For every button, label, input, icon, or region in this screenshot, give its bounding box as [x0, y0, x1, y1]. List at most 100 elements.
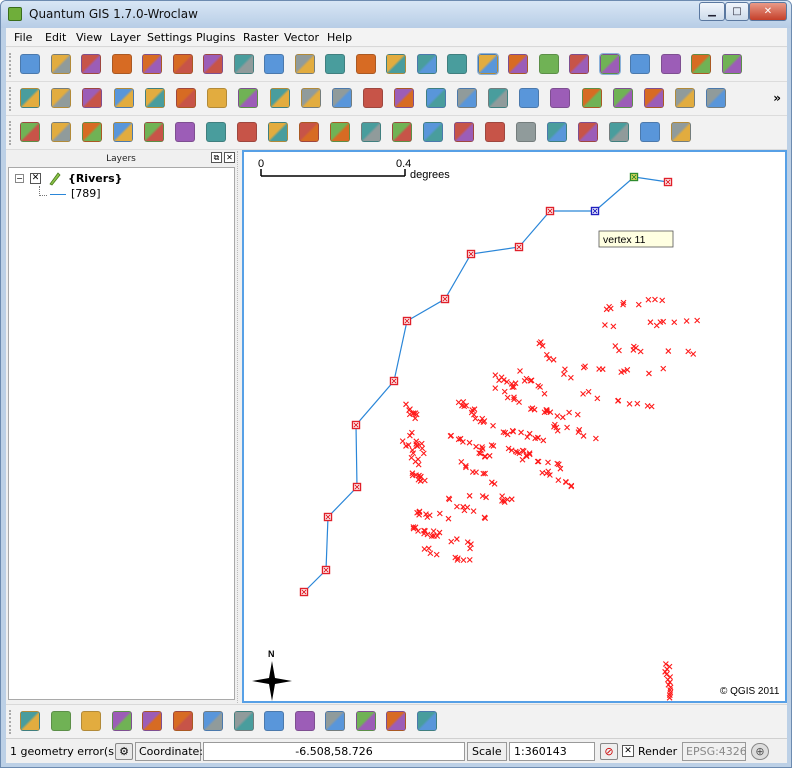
histogram-icon[interactable] — [456, 88, 477, 108]
tag-icon[interactable] — [363, 88, 384, 108]
pan-icon[interactable] — [519, 88, 540, 108]
identify-icon[interactable] — [392, 122, 412, 142]
new-icon[interactable] — [20, 54, 40, 74]
add-wfs-icon[interactable] — [355, 54, 376, 74]
render-checkbox[interactable]: ✕ — [622, 745, 634, 757]
addlayer-icon[interactable] — [113, 88, 134, 108]
merge-attr-icon[interactable] — [330, 122, 350, 142]
measure-icon[interactable] — [516, 122, 536, 142]
zoom-selection-icon[interactable] — [644, 88, 664, 108]
add-feature-icon[interactable] — [538, 54, 559, 74]
move-feature-icon[interactable] — [569, 54, 589, 74]
menu-edit[interactable]: Edit — [45, 31, 66, 44]
delete-part-icon[interactable] — [206, 122, 226, 142]
add-part-icon[interactable] — [144, 122, 164, 142]
north-arrow-icon[interactable] — [264, 711, 284, 731]
print-icon[interactable] — [172, 54, 193, 74]
addlayer2-icon[interactable] — [144, 88, 165, 108]
delete-ring-icon[interactable] — [175, 122, 195, 142]
gps-icon[interactable] — [447, 54, 467, 74]
paste-icon[interactable] — [721, 54, 742, 74]
print-composer-icon[interactable] — [142, 54, 162, 74]
reshape-icon[interactable] — [237, 122, 257, 142]
map-canvas[interactable]: 0 0.4 degrees vertex 11 N © QGIS 2011 — [242, 150, 787, 703]
split-icon[interactable] — [268, 122, 288, 142]
globe-icon[interactable] — [203, 711, 223, 731]
add-plugin-icon[interactable] — [671, 122, 691, 142]
menu-settings[interactable]: Settings — [147, 31, 192, 44]
layer-visibility-checkbox[interactable]: ✕ — [30, 173, 41, 184]
text-annotation-icon[interactable] — [640, 122, 660, 142]
hand2-icon[interactable] — [176, 88, 196, 108]
add-ring-icon[interactable] — [113, 122, 133, 142]
stop-render-icon[interactable]: ⊘ — [600, 743, 618, 760]
legend-icon[interactable] — [300, 88, 321, 108]
remove-layer-icon[interactable] — [416, 54, 437, 74]
toggle-editing-icon[interactable] — [476, 53, 499, 75]
save-icon[interactable] — [81, 54, 101, 74]
deselect-icon[interactable] — [454, 122, 474, 142]
histogram2-icon[interactable] — [488, 88, 508, 108]
scale-field[interactable]: 1:360143 — [509, 742, 595, 761]
palette-icon[interactable] — [294, 711, 315, 731]
menu-vector[interactable]: Vector — [284, 31, 319, 44]
float-panel-icon[interactable]: ⧉ — [211, 152, 222, 163]
remove-icon[interactable] — [82, 88, 103, 108]
toolbar-grip[interactable] — [9, 121, 13, 145]
zoom-in-icon[interactable] — [550, 88, 571, 108]
image-plugin-icon[interactable] — [416, 711, 437, 731]
histogram-plugin-icon[interactable] — [233, 711, 254, 731]
label-icon[interactable] — [332, 88, 352, 108]
add-spatialite-icon[interactable] — [294, 54, 315, 74]
menu-help[interactable]: Help — [327, 31, 352, 44]
toolbar-grip[interactable] — [9, 710, 13, 734]
add-postgis-icon[interactable] — [264, 54, 284, 74]
favorites-icon[interactable] — [20, 88, 40, 108]
save-as-icon[interactable] — [111, 54, 132, 74]
grass-icon[interactable] — [325, 711, 345, 731]
projection-icon[interactable]: ⊕ — [751, 743, 769, 760]
scale-bar-icon[interactable] — [355, 711, 376, 731]
show-bookmarks-icon[interactable] — [609, 122, 629, 142]
d2s-icon[interactable] — [81, 711, 101, 731]
new-layer-icon[interactable] — [386, 54, 406, 74]
copyright-icon[interactable] — [20, 711, 40, 731]
close-button[interactable]: ✕ — [749, 2, 787, 21]
add-wms-icon[interactable] — [325, 54, 345, 74]
close-panel-icon[interactable]: ✕ — [224, 152, 235, 163]
new-bookmark-icon[interactable] — [578, 122, 598, 142]
attribute-table-icon[interactable] — [485, 122, 505, 142]
panel-splitter[interactable] — [237, 151, 241, 703]
collapse-icon[interactable]: − — [15, 174, 24, 183]
star-icon[interactable] — [51, 88, 72, 108]
node-tool-icon[interactable] — [598, 53, 621, 75]
open-icon[interactable] — [50, 54, 71, 74]
tag2-icon[interactable] — [394, 88, 415, 108]
zoom-last-icon[interactable] — [706, 88, 727, 108]
toolbar-grip[interactable] — [9, 53, 13, 77]
simplify-icon[interactable] — [82, 122, 102, 142]
composer2-icon[interactable] — [269, 88, 290, 108]
save-edits-icon[interactable] — [508, 54, 528, 74]
layer-name[interactable]: {Rivers} — [68, 172, 123, 185]
raster-plugin-icon[interactable] — [172, 711, 193, 731]
redo-icon[interactable] — [51, 122, 71, 142]
quick-print-icon[interactable] — [50, 711, 71, 731]
menu-raster[interactable]: Raster — [243, 31, 278, 44]
delete-selected-icon[interactable] — [630, 54, 650, 74]
menu-layer[interactable]: Layer — [110, 31, 141, 44]
menu-view[interactable]: View — [76, 31, 102, 44]
map-tips-icon[interactable] — [547, 122, 567, 142]
add-vector-icon[interactable] — [203, 54, 223, 74]
zoom-full-icon[interactable] — [612, 88, 633, 108]
merge-icon[interactable] — [299, 122, 319, 142]
script-icon[interactable] — [386, 711, 406, 731]
zoom-out-icon[interactable] — [581, 88, 602, 108]
maximize-button[interactable]: □ — [725, 2, 749, 21]
cut-icon[interactable] — [660, 54, 681, 74]
more-tools-icon[interactable]: » — [773, 91, 781, 105]
toolset-icon[interactable] — [207, 88, 228, 108]
copy-icon[interactable] — [691, 54, 711, 74]
coordinate-field[interactable]: -6.508,58.726 — [203, 742, 465, 761]
georeferencer-icon[interactable] — [111, 711, 132, 731]
